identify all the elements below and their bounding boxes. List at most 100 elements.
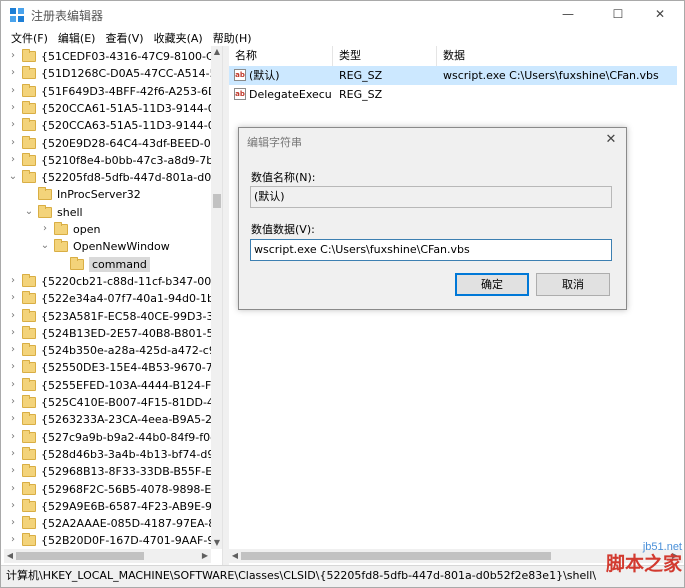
folder-icon [22,170,36,184]
expand-chevron-icon[interactable]: › [8,291,18,305]
value-data-input[interactable]: wscript.exe C:\Users\fuxshine\CFan.vbs [250,239,612,261]
expand-chevron-icon[interactable]: › [8,66,18,80]
tree-item[interactable]: › {520CCA63-51A5-11D3-9144-001 [4,117,211,134]
expand-chevron-icon[interactable]: › [8,464,18,478]
expand-chevron-icon[interactable]: › [8,326,18,340]
expand-chevron-icon[interactable]: › [40,222,50,236]
menu-help[interactable]: 帮助(H) [208,28,257,46]
tree-horizontal-scrollbar[interactable]: ◀ ▶ [4,549,211,563]
collapse-chevron-icon[interactable]: ⌄ [40,239,50,253]
expand-chevron-icon[interactable]: › [8,447,18,461]
tree-item[interactable]: › {52550DE3-15E4-4B53-9670-74FC [4,359,211,376]
tree-item[interactable]: › open [4,221,211,238]
expand-chevron-icon[interactable]: › [8,395,18,409]
expand-chevron-icon[interactable]: › [8,101,18,115]
folder-icon [54,239,68,253]
tree-item[interactable]: › {52B20D0F-167D-4701-9AAF-9E6 [4,532,211,549]
tree-item[interactable]: › {5255EFED-103A-4444-B124-F88F [4,377,211,394]
menu-view[interactable]: 查看(V) [100,28,148,46]
site-watermark: jb51.net 脚本之家 [577,541,682,587]
folder-icon [22,360,36,374]
tree-item[interactable]: › {525C410E-B007-4F15-81DD-49D [4,394,211,411]
tree-item[interactable]: › {520CCA61-51A5-11D3-9144-001 [4,100,211,117]
expand-chevron-icon[interactable]: › [8,309,18,323]
collapse-chevron-icon[interactable]: ⌄ [8,170,18,184]
tree-item[interactable]: › {52A2AAAE-085D-4187-97EA-8C3 [4,515,211,532]
column-header-data[interactable]: 数据 [437,46,683,66]
expand-chevron-icon[interactable]: › [8,343,18,357]
value-type-cell: REG_SZ [339,69,383,82]
expand-chevron-icon[interactable]: › [8,274,18,288]
tree-vertical-scrollbar[interactable]: ▲ ▼ [211,46,222,549]
value-name-cell: (默认) [249,69,280,82]
tree-item[interactable]: › {52968B13-8F33-33DB-B55F-ED57 [4,463,211,480]
tree-item[interactable]: ⌄ {52205fd8-5dfb-447d-801a-d0b5 [4,169,211,186]
dialog-close-icon[interactable]: ✕ [601,131,621,149]
expand-chevron-icon[interactable]: › [8,360,18,374]
key-tree[interactable]: › {51CEDF03-4316-47C9-8100-CAC › {51D1268C-… [4,46,223,565]
expand-chevron-icon[interactable]: › [8,49,18,63]
values-hscroll-thumb[interactable] [241,552,551,560]
menu-favorites[interactable]: 收藏夹(A) [149,28,208,46]
tree-item[interactable]: › {523A581F-EC58-40CE-99D3-36B [4,308,211,325]
tree-item[interactable]: › {520E9D28-64C4-43df-BEED-02D [4,135,211,152]
expand-chevron-icon[interactable]: › [8,516,18,530]
scroll-left-arrow-icon[interactable]: ◀ [4,550,16,562]
menu-edit[interactable]: 编辑(E) [53,28,101,46]
value-row[interactable]: ab (默认) REG_SZ wscript.exe C:\Users\fuxshin… [229,66,677,85]
value-row[interactable]: abDelegateExecu... REG_SZ [229,85,677,104]
column-header-name[interactable]: 名称 [229,46,333,66]
folder-icon [22,481,36,495]
tree-scroll-thumb[interactable] [213,194,221,208]
scroll-left-arrow-icon[interactable]: ◀ [229,550,241,562]
tree-item[interactable]: › {524b350e-a28a-425d-a472-c9e2 [4,342,211,359]
expand-chevron-icon[interactable]: › [8,499,18,513]
tree-hscroll-thumb[interactable] [16,552,144,560]
tree-item[interactable]: InProcServer32 [4,186,211,203]
tree-item[interactable]: › {529A9E6B-6587-4F23-AB9E-9C7D [4,498,211,515]
tree-item[interactable]: › {51CEDF03-4316-47C9-8100-CAC [4,48,211,65]
expand-chevron-icon[interactable]: › [8,378,18,392]
tree-item[interactable]: › {528d46b3-3a4b-4b13-bf74-d9cb [4,446,211,463]
tree-item[interactable]: › {524B13ED-2E57-40B8-B801-5FA3 [4,325,211,342]
tree-item[interactable]: › {527c9a9b-b9a2-44b0-84f9-f0dc1 [4,429,211,446]
close-button[interactable]: ✕ [637,1,683,28]
cancel-button[interactable]: 取消 [536,273,610,296]
ok-button[interactable]: 确定 [455,273,529,296]
tree-item[interactable]: › {5210f8e4-b0bb-47c3-a8d9-7b22 [4,152,211,169]
tree-item[interactable]: ⌄ shell [4,204,211,221]
tree-item-label: {522e34a4-07f7-40a1-94d0-1bfe8 [41,292,211,306]
tree-item[interactable]: › {522e34a4-07f7-40a1-94d0-1bfe8 [4,290,211,307]
scroll-down-arrow-icon[interactable]: ▼ [211,537,222,549]
column-header-type[interactable]: 类型 [333,46,437,66]
maximize-button[interactable]: ☐ [595,1,641,28]
tree-item[interactable]: ⌄ OpenNewWindow [4,238,211,255]
expand-chevron-icon[interactable]: › [8,136,18,150]
tree-item[interactable]: command [4,256,211,273]
expand-chevron-icon[interactable]: › [8,482,18,496]
value-name-field: (默认) [250,186,612,208]
tree-item-label: {52B20D0F-167D-4701-9AAF-9E6 [41,534,211,548]
collapse-chevron-icon[interactable]: ⌄ [24,205,34,219]
tree-item-label: {5255EFED-103A-4444-B124-F88F [41,378,211,392]
folder-icon [22,100,36,114]
expand-chevron-icon[interactable]: › [8,412,18,426]
expand-chevron-icon[interactable]: › [8,533,18,547]
menu-file[interactable]: 文件(F) [6,28,53,46]
value-data-label: 数值数据(V): [251,223,315,236]
scroll-right-arrow-icon[interactable]: ▶ [199,550,211,562]
minimize-button[interactable]: — [545,1,591,28]
tree-item[interactable]: › {5263233A-23CA-4eea-B9A5-25A [4,411,211,428]
folder-icon [22,135,36,149]
scroll-up-arrow-icon[interactable]: ▲ [211,46,222,58]
expand-chevron-icon[interactable]: › [8,430,18,444]
tree-item[interactable]: › {5220cb21-c88d-11cf-b347-00aa [4,273,211,290]
tree-item[interactable]: › {52968F2C-56B5-4078-9898-EA59 [4,481,211,498]
expand-chevron-icon[interactable]: › [8,84,18,98]
expand-chevron-icon[interactable]: › [8,118,18,132]
tree-item[interactable]: › {51F649D3-4BFF-42f6-A253-6D87 [4,83,211,100]
title-bar[interactable]: 注册表编辑器 — ☐ ✕ [1,1,684,28]
tree-item[interactable]: › {51D1268C-D0A5-47CC-A514-547 [4,65,211,82]
edit-string-dialog: 编辑字符串 ✕ 数值名称(N): (默认) 数值数据(V): wscript.e… [238,127,627,310]
expand-chevron-icon[interactable]: › [8,153,18,167]
